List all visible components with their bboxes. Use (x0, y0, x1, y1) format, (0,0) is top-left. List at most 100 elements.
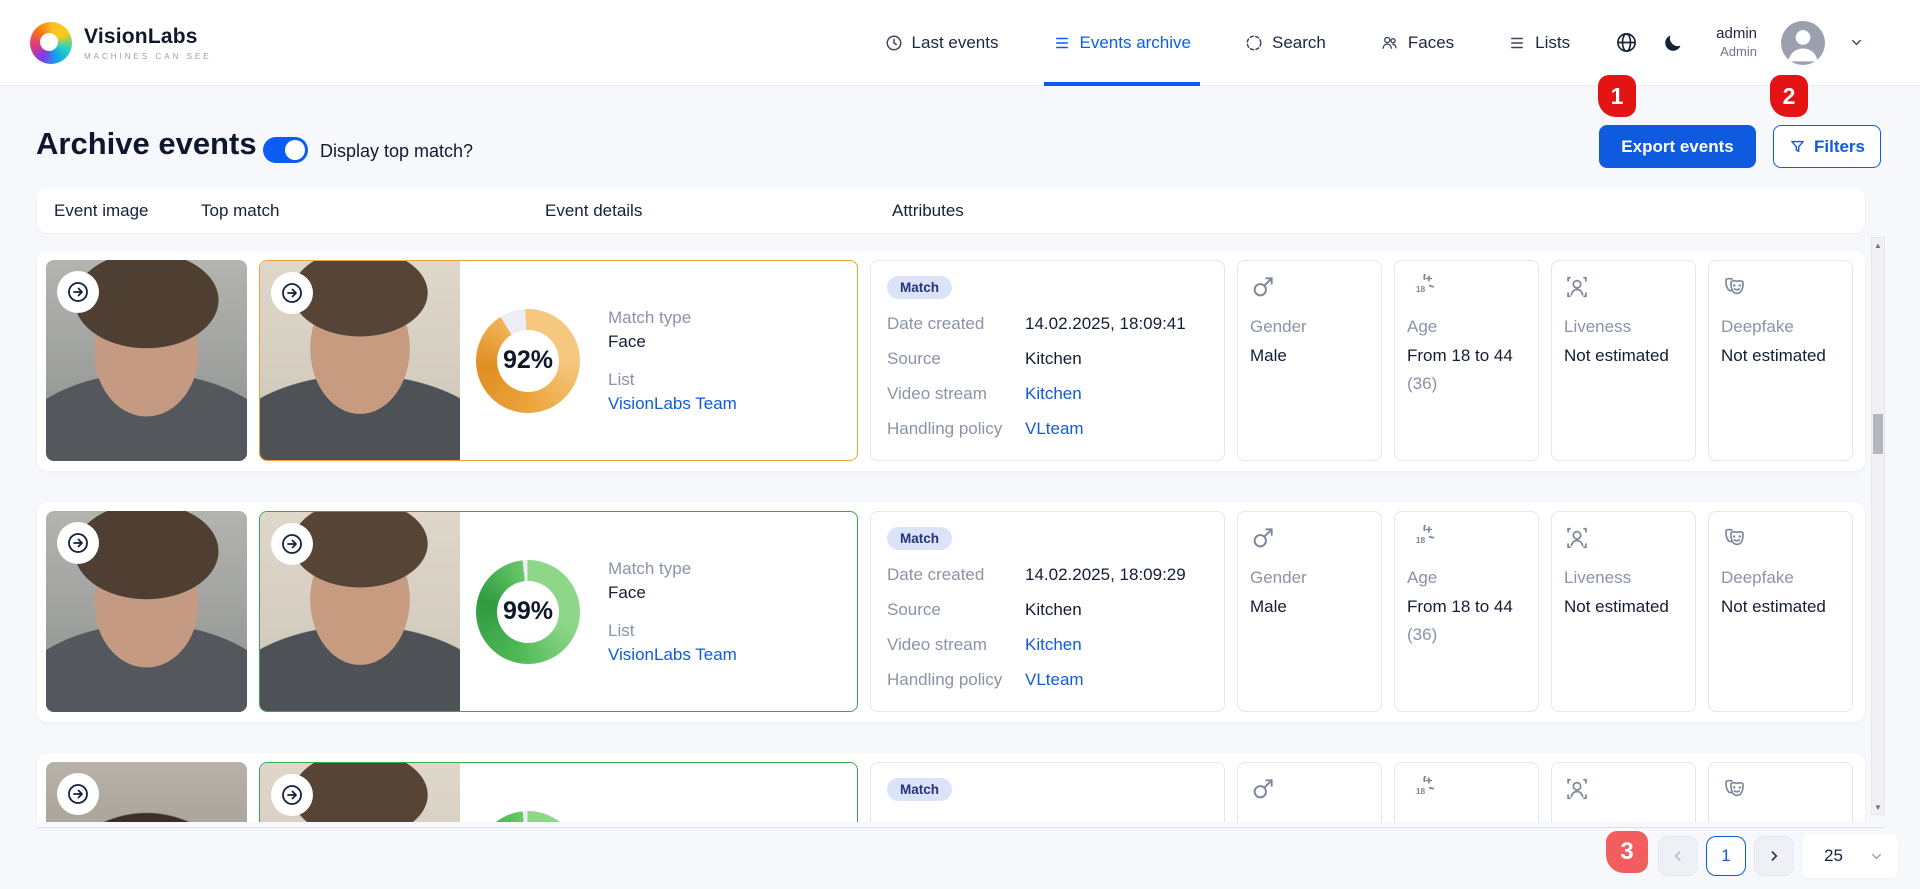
user-name: admin (1716, 25, 1757, 44)
page-number-button[interactable]: 1 (1706, 836, 1746, 876)
app-header: VisionLabs MACHINES CAN SEE Last events … (0, 0, 1920, 86)
avatar[interactable] (1781, 21, 1825, 65)
filters-button[interactable]: Filters (1773, 125, 1881, 168)
nav-last-events[interactable]: Last events (858, 0, 1026, 86)
svg-text:18: 18 (1416, 284, 1426, 294)
gender-card (1237, 762, 1382, 822)
date-created-label: Date created (887, 314, 1025, 334)
source-label: Source (887, 600, 1025, 620)
person-icon (1781, 21, 1825, 65)
gender-male-icon (1250, 776, 1369, 804)
match-badge: Match (887, 276, 952, 299)
brand-name: VisionLabs (84, 25, 212, 49)
user-info: admin Admin (1716, 25, 1757, 60)
date-created-label: Date created (887, 565, 1025, 585)
date-created-value: 14.02.2025, 18:09:29 (1025, 565, 1186, 585)
annotation-badge-2: 2 (1770, 75, 1808, 117)
open-match-icon[interactable] (271, 272, 313, 314)
age-18-icon: 18 (1407, 525, 1526, 553)
match-percent: 99% (503, 597, 553, 626)
handling-policy-label: Handling policy (887, 419, 1025, 439)
video-stream-link[interactable]: Kitchen (1025, 635, 1082, 655)
export-events-button[interactable]: Export events (1599, 125, 1756, 168)
video-stream-link[interactable]: Kitchen (1025, 384, 1082, 404)
deepfake-icon (1721, 525, 1840, 553)
match-badge: Match (887, 778, 952, 801)
nav-search[interactable]: Search (1218, 0, 1353, 86)
event-row-3: Match 18 (37, 753, 1865, 822)
open-event-icon[interactable] (57, 522, 99, 564)
footer-divider (37, 827, 1884, 828)
event-image[interactable] (46, 511, 247, 712)
nav-label: Lists (1535, 33, 1570, 53)
event-image[interactable] (46, 260, 247, 461)
age-card: 18 Age From 18 to 44 (36) (1394, 260, 1539, 461)
deepfake-card: Deepfake Not estimated (1708, 260, 1853, 461)
deepfake-icon (1721, 776, 1840, 804)
page-title: Archive events (36, 126, 257, 162)
page-size-value: 25 (1824, 846, 1843, 866)
date-created-value: 14.02.2025, 18:09:41 (1025, 314, 1186, 334)
match-percent: 92% (503, 346, 553, 375)
col-event-image: Event image (54, 201, 149, 221)
nav-lists[interactable]: Lists (1481, 0, 1597, 86)
prev-page-button[interactable] (1658, 836, 1698, 876)
menu-icon (1508, 34, 1526, 52)
moon-icon[interactable] (1662, 32, 1684, 54)
list-link[interactable]: VisionLabs Team (608, 394, 737, 414)
top-match-card (259, 762, 858, 822)
nav-faces[interactable]: Faces (1353, 0, 1481, 86)
scroll-up-icon[interactable]: ▲ (1872, 238, 1884, 252)
match-photo[interactable] (260, 763, 460, 822)
svg-text:18: 18 (1416, 786, 1426, 796)
open-event-icon[interactable] (57, 271, 99, 313)
open-match-icon[interactable] (271, 774, 313, 816)
annotation-badge-1: 1 (1598, 75, 1636, 117)
handling-policy-link[interactable]: VLteam (1025, 670, 1084, 690)
match-type-label: Match type (608, 308, 737, 328)
annotation-badge-3: 3 (1606, 831, 1648, 873)
scroll-down-icon[interactable]: ▼ (1872, 800, 1884, 814)
liveness-card: Liveness Not estimated (1551, 260, 1696, 461)
page-size-select[interactable]: 25 (1802, 834, 1898, 878)
chevron-down-icon (1869, 849, 1884, 864)
list-icon (1053, 34, 1071, 52)
liveness-card (1551, 762, 1696, 822)
match-badge: Match (887, 527, 952, 550)
display-top-match-toggle[interactable] (263, 137, 308, 163)
match-type-value: Face (608, 583, 737, 603)
deepfake-card: Deepfake Not estimated (1708, 511, 1853, 712)
list-label: List (608, 621, 737, 641)
age-18-icon: 18 (1407, 274, 1526, 302)
open-match-icon[interactable] (271, 523, 313, 565)
events-list: 92% Match type Face List VisionLabs Team… (0, 240, 1920, 822)
handling-policy-link[interactable]: VLteam (1025, 419, 1084, 439)
people-icon (1380, 34, 1399, 52)
top-match-card: 92% Match type Face List VisionLabs Team (259, 260, 858, 461)
next-page-button[interactable] (1754, 836, 1794, 876)
age-card: 18 (1394, 762, 1539, 822)
gender-male-icon (1250, 274, 1369, 302)
video-stream-label: Video stream (887, 384, 1025, 404)
nav-events-archive[interactable]: Events archive (1026, 0, 1219, 86)
table-header: Event image Top match Event details Attr… (37, 188, 1865, 233)
globe-icon[interactable] (1615, 31, 1638, 54)
match-score-donut (476, 811, 580, 823)
vertical-scrollbar[interactable]: ▲ ▼ (1871, 237, 1885, 815)
chevron-down-icon[interactable] (1849, 35, 1864, 50)
nav-label: Last events (912, 33, 999, 53)
scrollbar-thumb[interactable] (1873, 414, 1883, 454)
brand-logo[interactable]: VisionLabs MACHINES CAN SEE (30, 22, 212, 64)
match-photo[interactable] (260, 261, 460, 460)
match-type-label: Match type (608, 559, 737, 579)
top-match-card: 99% Match type Face List VisionLabs Team (259, 511, 858, 712)
toggle-label: Display top match? (320, 141, 473, 162)
event-row-2: 99% Match type Face List VisionLabs Team… (37, 502, 1865, 722)
open-event-icon[interactable] (57, 773, 99, 815)
event-image[interactable] (46, 762, 247, 822)
nav-label: Events archive (1080, 33, 1192, 53)
match-photo[interactable] (260, 512, 460, 711)
liveness-card: Liveness Not estimated (1551, 511, 1696, 712)
list-link[interactable]: VisionLabs Team (608, 645, 737, 665)
user-role: Admin (1716, 44, 1757, 60)
